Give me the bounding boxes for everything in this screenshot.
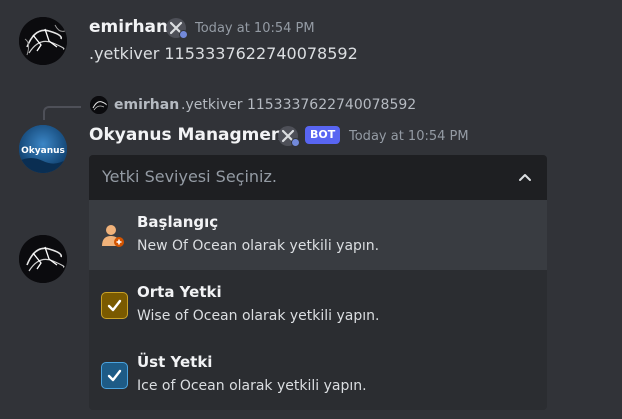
- badge-icon: [166, 18, 188, 39]
- message-timestamp: Today at 10:54 PM: [195, 21, 315, 36]
- chevron-up-icon: [519, 174, 531, 181]
- reply-avatar[interactable]: [90, 96, 108, 114]
- option-label: Başlangıç: [137, 213, 219, 231]
- option-description: Wise of Ocean olarak yetkili yapın.: [137, 308, 380, 324]
- bot-author[interactable]: Okyanus Managment: [89, 125, 291, 145]
- select-option-ust-yetki[interactable]: Üst Yetki Ice of Ocean olarak yetkili ya…: [89, 340, 547, 410]
- reply-connector: [43, 106, 81, 120]
- select-option-orta-yetki[interactable]: Orta Yetki Wise of Ocean olarak yetkili …: [89, 270, 547, 340]
- bot-tag: BOT: [305, 126, 341, 144]
- option-description: Ice of Ocean olarak yetkili yapın.: [137, 378, 367, 394]
- select-options: Başlangıç New Of Ocean olarak yetkili ya…: [89, 200, 547, 410]
- svg-text:Okyanus: Okyanus: [21, 146, 65, 156]
- option-description: New Of Ocean olarak yetkili yapın.: [137, 238, 380, 254]
- person-add-icon: [102, 225, 124, 247]
- select-option-baslangic[interactable]: Başlangıç New Of Ocean olarak yetkili ya…: [89, 200, 547, 270]
- avatar-emirhan[interactable]: [19, 235, 67, 283]
- option-label: Orta Yetki: [137, 283, 222, 301]
- option-label: Üst Yetki: [137, 353, 213, 371]
- message-author[interactable]: emirhan: [89, 17, 168, 37]
- select-menu[interactable]: Yetki Seviyesi Seçiniz.: [89, 155, 547, 201]
- avatar-okyanus[interactable]: Okyanus: [19, 125, 67, 173]
- select-placeholder: Yetki Seviyesi Seçiniz.: [102, 167, 277, 186]
- avatar-emirhan[interactable]: [19, 17, 67, 65]
- check-box-icon: [101, 292, 128, 319]
- reply-content[interactable]: .yetkiver 1153337622740078592: [181, 97, 416, 113]
- badge-icon: [278, 126, 300, 147]
- bot-timestamp: Today at 10:54 PM: [349, 129, 469, 144]
- message-content: .yetkiver 1153337622740078592: [89, 44, 358, 63]
- reply-author[interactable]: emirhan: [114, 97, 179, 113]
- check-box-icon: [101, 362, 128, 389]
